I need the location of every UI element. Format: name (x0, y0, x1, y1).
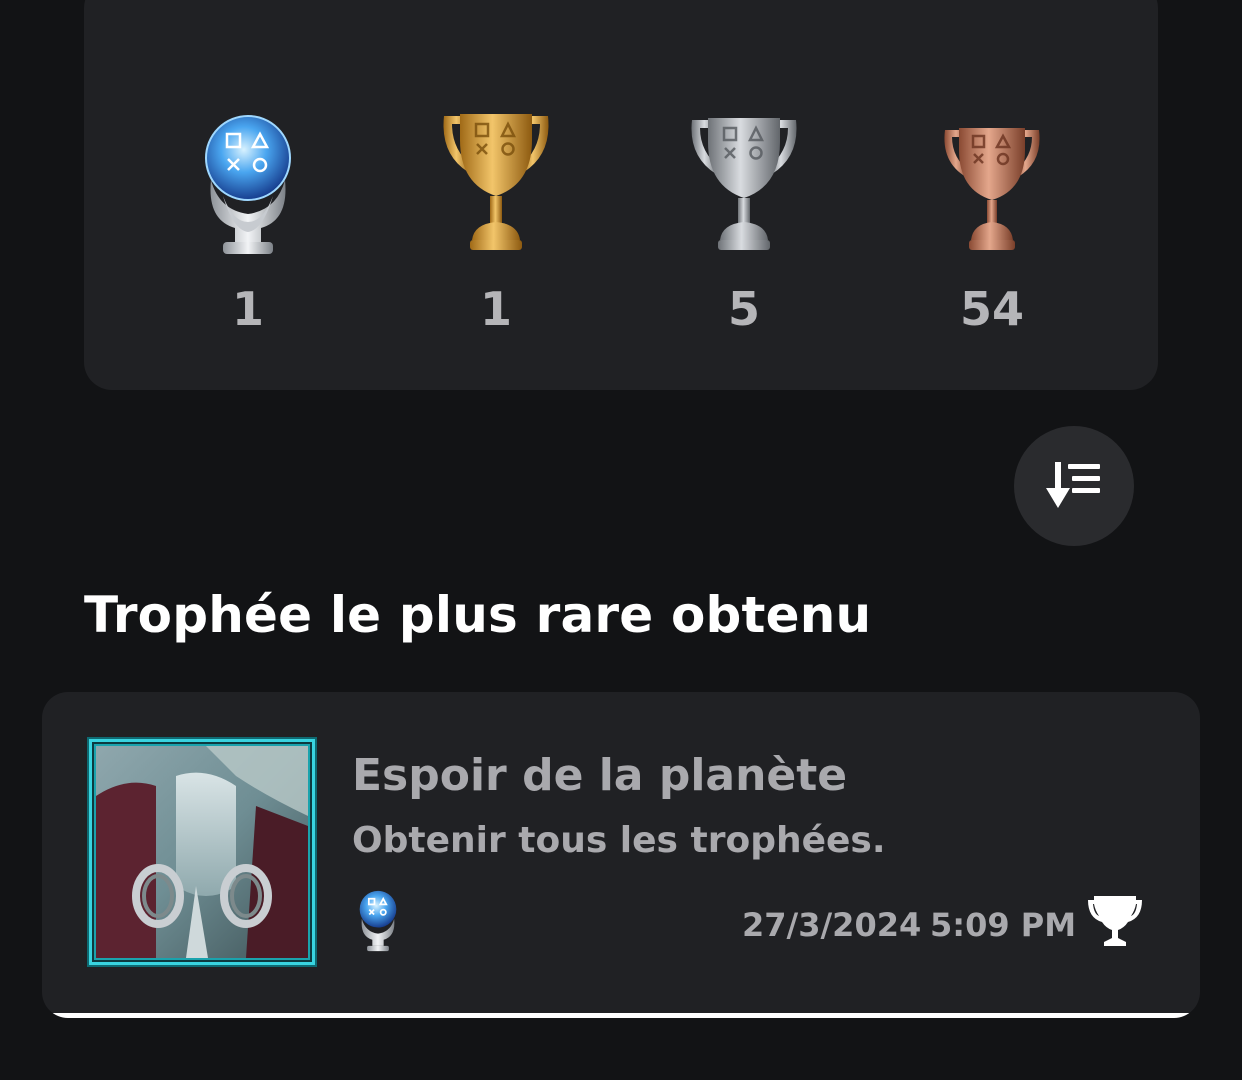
sort-descending-icon (1046, 462, 1100, 508)
trophy-summary-silver: 5 (654, 110, 834, 350)
gold-trophy-icon (443, 114, 549, 250)
silver-trophy-icon (691, 118, 797, 250)
card-underline (42, 1013, 1200, 1018)
trophy-description: Obtenir tous les trophées. (352, 820, 886, 861)
sort-button[interactable] (1014, 426, 1134, 546)
platinum-trophy-icon (205, 115, 291, 254)
trophy-grade (354, 888, 402, 958)
trophy-summary-platinum: 1 (158, 110, 338, 350)
earned-time: 5:09 PM (930, 906, 1077, 944)
trophy-screen: 1 1 5 54 Trophée le plus rare obtenu Esp… (0, 0, 1242, 1080)
rarest-trophy-heading: Trophée le plus rare obtenu (84, 586, 872, 644)
trophy-summary-card: 1 1 5 54 (84, 0, 1158, 390)
platinum-trophy-icon (359, 890, 397, 952)
trophy-name: Espoir de la planète (352, 750, 848, 801)
trophy-summary-gold: 1 (406, 110, 586, 350)
trophy-icon (1086, 892, 1144, 954)
bronze-trophy-icon (944, 128, 1040, 250)
silver-count: 5 (727, 282, 760, 336)
bronze-count: 54 (959, 282, 1024, 336)
trophy-summary-bronze: 54 (902, 110, 1082, 350)
gold-count: 1 (479, 282, 512, 336)
trophy-artwork (86, 736, 318, 968)
rarest-trophy-card[interactable]: Espoir de la planète Obtenir tous les tr… (42, 692, 1200, 1018)
earned-date: 27/3/2024 (742, 906, 922, 944)
platinum-count: 1 (231, 282, 264, 336)
